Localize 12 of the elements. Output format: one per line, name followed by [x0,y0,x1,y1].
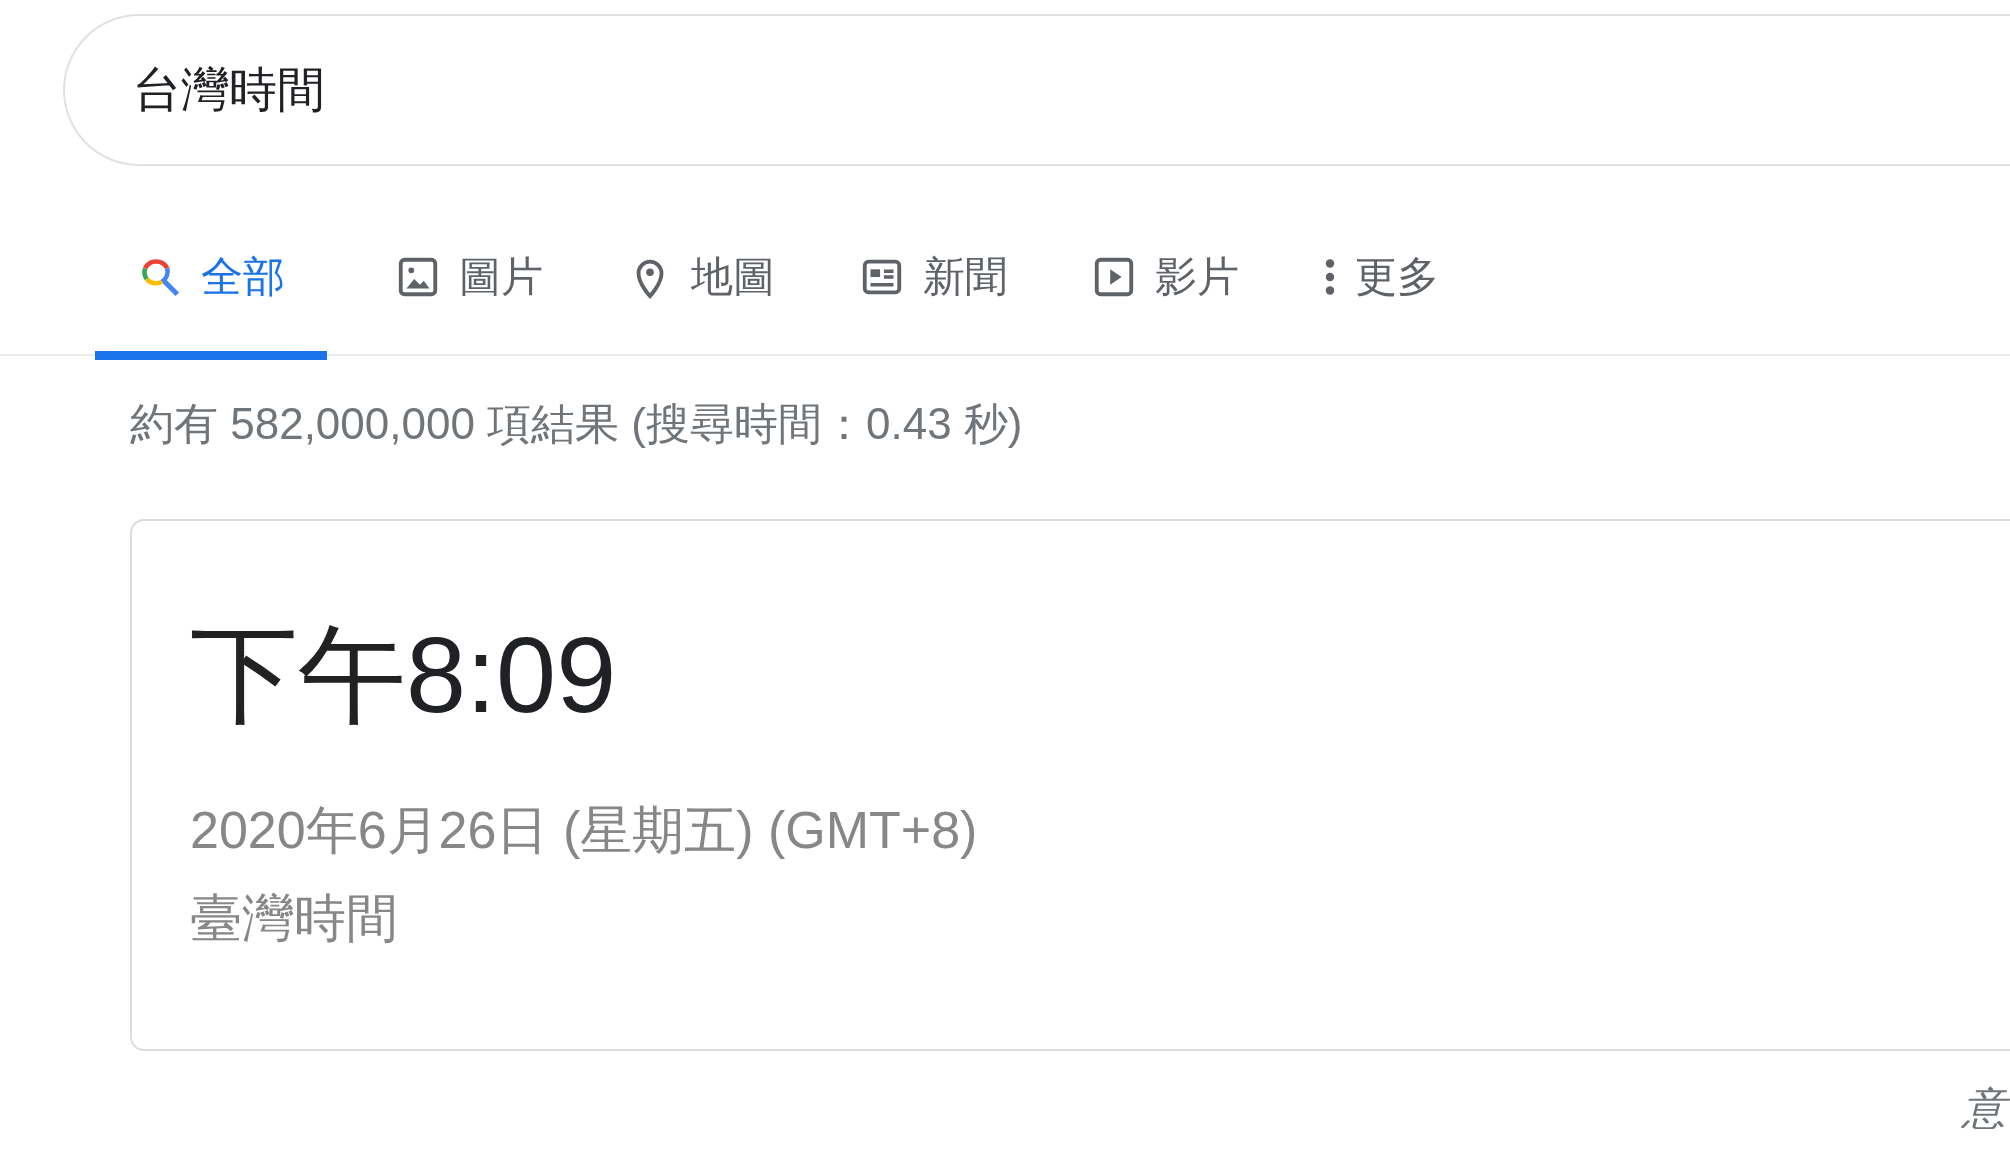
tab[interactable]: 影片 [1049,244,1281,356]
result-stats: 約有 582,000,000 項結果 (搜尋時間：0.43 秒) [130,398,1024,450]
time-zone-label: 臺灣時間 [190,888,399,950]
tab[interactable]: 圖片 [353,244,585,356]
tab[interactable]: 新聞 [817,244,1049,356]
tab[interactable]: 地圖 [585,244,817,356]
search-field[interactable]: 台灣時間 [63,14,2010,166]
time-period: 下午 [190,620,406,729]
date-text: 2020年6月26日 (星期五) (GMT+8) [190,799,979,861]
tab[interactable]: 全部 [95,244,327,356]
tab[interactable]: 更多 [1281,244,1481,356]
clock-time: 8:09 [406,620,617,729]
